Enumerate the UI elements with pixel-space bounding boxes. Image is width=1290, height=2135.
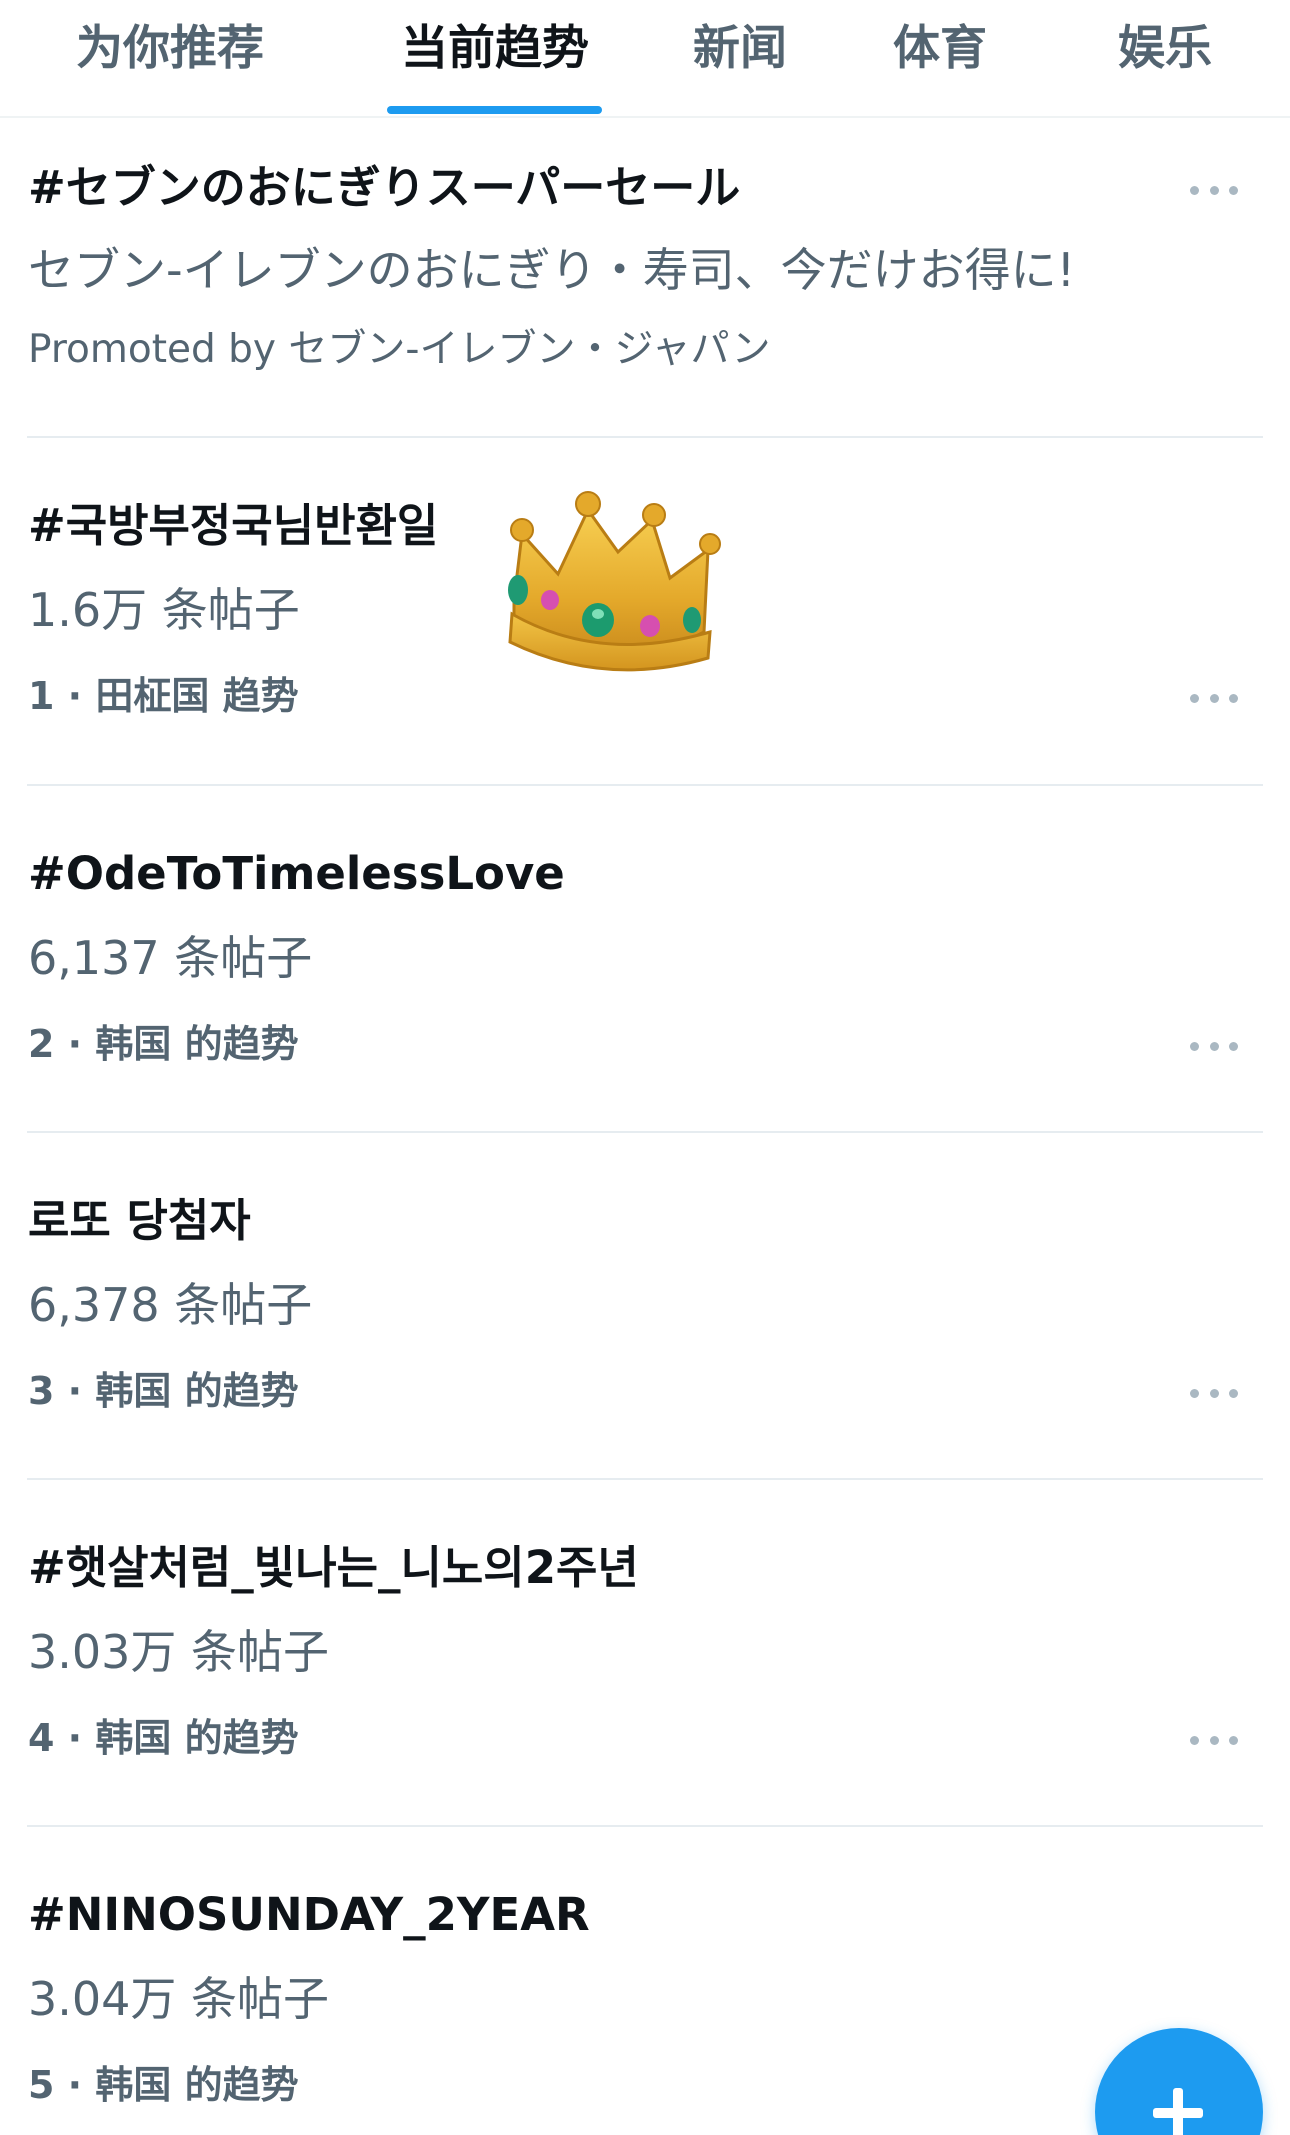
trend-item[interactable]: #햇살처럼_빛나는_니노의2주년 3.03万 条帖子 4 · 韩国 的趋势: [0, 1480, 1290, 1826]
tab-trending[interactable]: 当前趋势: [360, 0, 630, 116]
trend-item[interactable]: #OdeToTimelessLove 6,137 条帖子 2 · 韩国 的趋势: [0, 786, 1290, 1132]
trend-item[interactable]: 로또 당첨자 6,378 条帖子 3 · 韩国 的趋势: [0, 1133, 1290, 1479]
active-tab-indicator: [387, 106, 602, 114]
trend-context: 4 · 韩国 的趋势: [28, 1716, 299, 1760]
trend-post-count: 6,378 条帖子: [28, 1278, 313, 1332]
tab-label: 体育: [893, 21, 987, 76]
more-dots-icon[interactable]: [1190, 180, 1238, 200]
trend-title: 로또 당첨자: [28, 1194, 251, 1247]
tab-for-you[interactable]: 为你推荐: [40, 0, 300, 116]
tab-entertainment[interactable]: 娱乐: [1085, 0, 1245, 116]
trending-page: 为你推荐 当前趋势 新闻 体育 娱乐 #セブンのおにぎりスーパーセール セブン-…: [0, 0, 1290, 2135]
trend-title: #국방부정국님반환일: [28, 499, 439, 552]
tab-label: 新闻: [693, 21, 787, 76]
more-dots-icon[interactable]: [1190, 1036, 1238, 1056]
crown-emoji-icon: [508, 491, 721, 672]
trend-post-count: 3.03万 条帖子: [28, 1625, 330, 1679]
plus-icon: [1153, 2108, 1203, 2118]
tab-label: 为你推荐: [76, 21, 264, 76]
promoted-description: セブン-イレブンのおにぎり・寿司、今だけお得に!: [28, 243, 1076, 297]
trend-title: #セブンのおにぎりスーパーセール: [28, 161, 741, 214]
trend-context: 1 · 田柾国 趋势: [28, 674, 299, 718]
trend-title: #NINOSUNDAY_2YEAR: [28, 1888, 590, 1941]
more-dots-icon[interactable]: [1190, 1730, 1238, 1750]
trend-post-count: 6,137 条帖子: [28, 931, 313, 985]
trend-context: 2 · 韩国 的趋势: [28, 1022, 299, 1066]
trend-context: 5 · 韩国 的趋势: [28, 2063, 299, 2107]
tab-label: 当前趋势: [401, 21, 589, 76]
promoted-trend[interactable]: #セブンのおにぎりスーパーセール セブン-イレブンのおにぎり・寿司、今だけお得に…: [0, 118, 1290, 436]
trend-title: #햇살처럼_빛나는_니노의2주년: [28, 1541, 639, 1594]
more-dots-icon[interactable]: [1190, 688, 1238, 708]
tab-sports[interactable]: 体育: [860, 0, 1020, 116]
trend-item[interactable]: #NINOSUNDAY_2YEAR 3.04万 条帖子 5 · 韩国 的趋势: [0, 1827, 1290, 2135]
tab-bar: 为你推荐 当前趋势 新闻 体育 娱乐: [0, 0, 1290, 118]
trend-context: 3 · 韩国 的趋势: [28, 1369, 299, 1413]
trend-title: #OdeToTimelessLove: [28, 847, 565, 900]
more-dots-icon[interactable]: [1190, 1383, 1238, 1403]
promoted-by-label: Promoted by セブン-イレブン・ジャパン: [28, 327, 771, 372]
tab-label: 娱乐: [1118, 21, 1212, 76]
trend-post-count: 3.04万 条帖子: [28, 1972, 330, 2026]
trend-post-count: 1.6万 条帖子: [28, 583, 300, 637]
tab-news[interactable]: 新闻: [660, 0, 820, 116]
